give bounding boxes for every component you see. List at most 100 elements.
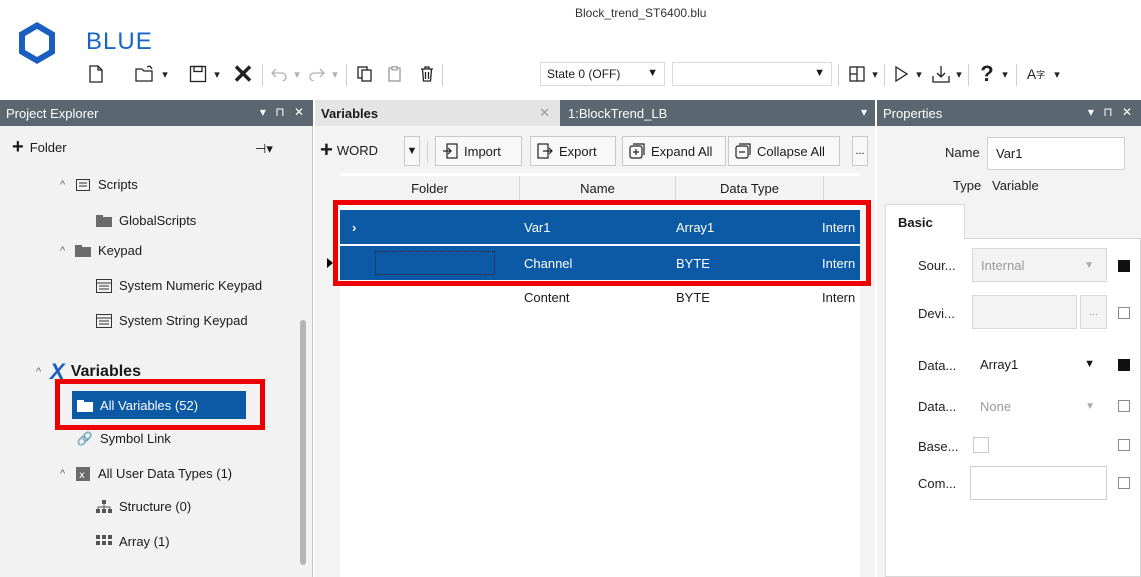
import-button[interactable]: Import xyxy=(435,136,522,166)
help-icon[interactable]: ? xyxy=(976,60,998,88)
tab-variables[interactable]: Variables ✕ xyxy=(315,100,560,126)
chevron-up-icon: ^ xyxy=(60,178,66,191)
tree-item-symbol-link[interactable]: 🔗 Symbol Link xyxy=(76,430,171,447)
tree-item-structure[interactable]: Structure (0) xyxy=(95,499,191,514)
tab-label: 1:BlockTrend_LB xyxy=(568,105,668,121)
more-tools-button[interactable]: ... xyxy=(852,136,868,166)
highlight-box xyxy=(333,200,871,286)
run-dropdown-icon[interactable]: ▾ xyxy=(912,60,926,88)
tree-label: Array (1) xyxy=(119,534,170,549)
help-dropdown-icon[interactable]: ▾ xyxy=(998,60,1012,88)
device-checkbox[interactable] xyxy=(1118,307,1130,319)
tree-label: System String Keypad xyxy=(119,313,248,328)
column-header-name[interactable]: Name xyxy=(520,176,676,200)
tree-item-scripts[interactable]: ^ Scripts xyxy=(60,177,138,192)
delete-icon[interactable] xyxy=(416,60,438,88)
word-dropdown-button[interactable]: ▼ xyxy=(404,136,420,166)
data-format-value: None xyxy=(980,398,1012,414)
toolbar-separator xyxy=(838,64,839,86)
close-icon[interactable]: ✕ xyxy=(539,105,550,121)
state-select[interactable]: State 0 (OFF) ▼ xyxy=(540,62,665,86)
data-format-select[interactable]: None ▼ xyxy=(972,389,1107,423)
chevron-up-icon: ^ xyxy=(36,366,42,378)
save-icon[interactable] xyxy=(186,60,210,88)
redo-icon[interactable] xyxy=(306,60,328,88)
pin-dropdown-icon[interactable]: ⊣▾ xyxy=(255,141,273,157)
font-dropdown-icon[interactable]: ▾ xyxy=(1050,60,1064,88)
tree-scrollbar[interactable] xyxy=(300,320,306,565)
tab-menu-icon[interactable]: ▾ xyxy=(861,105,867,119)
state-select-value: State 0 (OFF) xyxy=(547,67,621,81)
tree-item-all-user-data-types[interactable]: ^ x All User Data Types (1) xyxy=(60,466,232,481)
redo-dropdown-icon[interactable]: ▾ xyxy=(328,60,342,88)
tree-label: Keypad xyxy=(98,243,143,258)
data-type-icon: x xyxy=(74,466,92,481)
prop-label: Data... xyxy=(918,358,957,373)
toolbar-separator xyxy=(968,64,969,86)
close-x-icon[interactable]: ✕ xyxy=(230,59,256,89)
source-checkbox[interactable] xyxy=(1118,260,1130,272)
project-explorer-title: Project Explorer xyxy=(6,105,99,121)
device-browse-button[interactable]: ... xyxy=(1080,295,1107,329)
tree-item-system-numeric-keypad[interactable]: System Numeric Keypad xyxy=(95,278,262,293)
new-file-icon[interactable] xyxy=(84,60,108,88)
comment-field[interactable] xyxy=(970,466,1107,500)
folder-icon xyxy=(74,244,92,258)
data-type-checkbox[interactable] xyxy=(1118,359,1130,371)
chevron-down-icon: ▼ xyxy=(814,67,825,79)
export-button[interactable]: Export xyxy=(530,136,616,166)
column-header-data-type[interactable]: Data Type xyxy=(676,176,824,200)
tree-item-global-scripts[interactable]: GlobalScripts xyxy=(95,213,196,228)
copy-icon[interactable] xyxy=(354,60,376,88)
layout-icon[interactable] xyxy=(846,60,868,88)
chevron-up-icon: ^ xyxy=(60,244,66,257)
name-field[interactable]: Var1 xyxy=(987,137,1125,170)
chevron-down-icon: ▼ xyxy=(1084,358,1095,370)
tree-item-keypad[interactable]: ^ Keypad xyxy=(60,243,142,258)
download-dropdown-icon[interactable]: ▾ xyxy=(952,60,966,88)
pane-controls-icon[interactable]: ▾ ⊓ ✕ xyxy=(1088,105,1135,119)
data-type-select[interactable]: Array1 ▼ xyxy=(972,347,1107,381)
paste-icon[interactable] xyxy=(384,60,406,88)
source-select[interactable]: Internal ▼ xyxy=(972,248,1107,282)
device-field[interactable] xyxy=(972,295,1077,329)
tree-item-system-string-keypad[interactable]: System String Keypad xyxy=(95,313,248,328)
download-icon[interactable] xyxy=(930,60,952,88)
open-dropdown-icon[interactable]: ▾ xyxy=(158,60,172,88)
add-word-button[interactable]: + WORD xyxy=(320,134,378,166)
prop-label: Data... xyxy=(918,399,957,414)
tab-basic[interactable]: Basic xyxy=(885,204,965,239)
link-icon: 🔗 xyxy=(76,430,94,446)
undo-dropdown-icon[interactable]: ▾ xyxy=(290,60,304,88)
expand-all-button[interactable]: Expand All xyxy=(622,136,726,166)
chevron-down-icon: ▼ xyxy=(647,67,658,79)
add-folder-button[interactable]: + Folder xyxy=(12,137,67,157)
run-icon[interactable] xyxy=(890,60,912,88)
toolbar-separator xyxy=(884,64,885,86)
save-dropdown-icon[interactable]: ▾ xyxy=(210,60,224,88)
data-format-checkbox[interactable] xyxy=(1118,400,1130,412)
pane-controls-icon[interactable]: ▾ ⊓ ✕ xyxy=(260,105,307,119)
project-explorer-header: Project Explorer ▾ ⊓ ✕ xyxy=(0,100,313,126)
open-icon[interactable] xyxy=(132,60,158,88)
comment-checkbox[interactable] xyxy=(1118,477,1130,489)
undo-icon[interactable] xyxy=(268,60,290,88)
base-side-checkbox[interactable] xyxy=(1118,439,1130,451)
prop-label: Devi... xyxy=(918,306,955,321)
secondary-select[interactable]: ▼ xyxy=(672,62,832,86)
expand-all-label: Expand All xyxy=(651,143,713,159)
toolbar-separator xyxy=(442,64,443,86)
name-label: Name xyxy=(945,145,980,160)
export-icon xyxy=(537,143,553,159)
font-icon[interactable]: A字 xyxy=(1024,60,1048,88)
import-label: Import xyxy=(464,143,501,159)
layout-dropdown-icon[interactable]: ▾ xyxy=(868,60,882,88)
app-name: BLUE xyxy=(86,28,153,55)
column-header-folder[interactable]: Folder xyxy=(340,176,520,200)
base-checkbox[interactable] xyxy=(973,437,989,453)
prop-label: Com... xyxy=(918,476,957,491)
tab-blocktrend[interactable]: 1:BlockTrend_LB ▾ xyxy=(560,100,875,126)
collapse-all-button[interactable]: Collapse All xyxy=(728,136,840,166)
collapse-all-label: Collapse All xyxy=(757,143,825,159)
tree-item-array[interactable]: Array (1) xyxy=(95,534,170,549)
